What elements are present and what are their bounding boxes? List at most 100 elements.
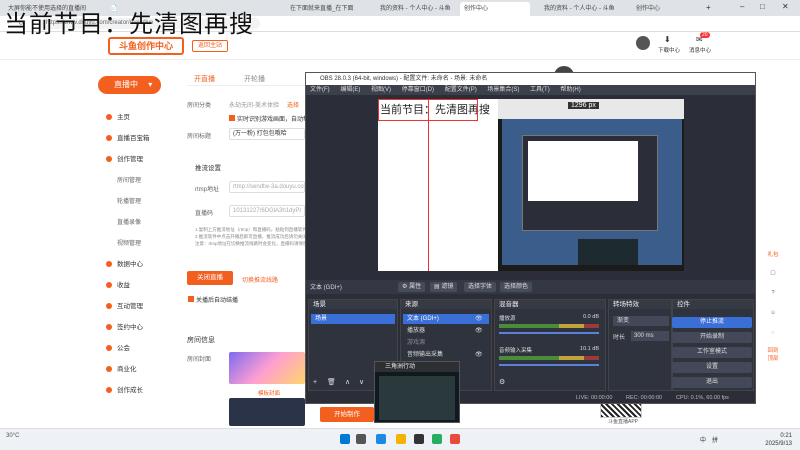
stop-stream-button[interactable]: 停止推流 bbox=[672, 317, 752, 328]
eye-icon[interactable]: 👁 bbox=[475, 315, 483, 322]
remove-scene-icon[interactable]: 🗑 bbox=[327, 378, 336, 386]
download-icon[interactable]: ⬇ bbox=[664, 35, 671, 44]
start-icon[interactable] bbox=[340, 434, 350, 444]
mixer-settings-icon[interactable]: ⚙ bbox=[499, 378, 505, 386]
sidebar-item-growth[interactable]: 创作成长 bbox=[106, 386, 143, 396]
browser-tab[interactable]: 我的资料 - 个人中心 - 斗鱼 bbox=[540, 2, 626, 16]
rtmp-input[interactable]: rtmp://sendtw-3a.douyu.com/live bbox=[229, 181, 305, 193]
duration-input[interactable]: 300 ms bbox=[631, 331, 669, 341]
download-center-label[interactable]: 下载中心 bbox=[658, 46, 680, 54]
add-scene-icon[interactable]: + bbox=[313, 379, 317, 386]
help-icon[interactable]: ? bbox=[765, 290, 781, 296]
sidebar-item-home[interactable]: 主页 bbox=[106, 113, 130, 123]
filters-button[interactable]: ▤ 滤镜 bbox=[430, 282, 458, 292]
return-home-button[interactable]: 返回主站 bbox=[192, 40, 229, 52]
switch-line-link[interactable]: 切换推流线路 bbox=[242, 275, 278, 284]
settings-button[interactable]: 设置 bbox=[672, 362, 752, 373]
ime-mode[interactable]: 拼 bbox=[712, 435, 718, 444]
system-clock[interactable]: 0:21 2025/9/13 bbox=[765, 432, 792, 448]
template-cover-image[interactable] bbox=[229, 398, 305, 426]
stream-code-input[interactable]: 10131227/6DGlA3h1dyPI bbox=[229, 205, 305, 217]
back-to-top-button[interactable]: 回到顶部 bbox=[765, 346, 781, 362]
close-icon[interactable]: ✕ bbox=[782, 2, 789, 11]
room-cover-image[interactable] bbox=[229, 352, 305, 384]
avatar[interactable] bbox=[636, 36, 650, 50]
properties-button[interactable]: ⚙ 属性 bbox=[398, 282, 426, 292]
menu-view[interactable]: 视图(V) bbox=[371, 87, 391, 93]
menu-help[interactable]: 帮助(H) bbox=[560, 87, 580, 93]
minimize-icon[interactable]: – bbox=[740, 2, 744, 11]
chat-icon[interactable]: ◌ bbox=[765, 330, 781, 336]
sources-dock-title: 来源 bbox=[401, 300, 491, 309]
studio-mode-button[interactable]: 工作室模式 bbox=[672, 347, 752, 358]
scene-item[interactable]: 场景 bbox=[311, 314, 395, 324]
sidebar-item-income[interactable]: 收益 bbox=[106, 281, 130, 291]
eye-icon[interactable]: 👁 bbox=[475, 351, 483, 358]
new-tab-icon[interactable]: + bbox=[706, 3, 711, 12]
transition-type-select[interactable]: 渐变 bbox=[613, 316, 669, 326]
tab-carousel[interactable]: 开轮播 bbox=[244, 74, 265, 84]
live-tool-icon[interactable]: ▢ bbox=[765, 270, 781, 276]
move-down-icon[interactable]: ∨ bbox=[359, 378, 364, 386]
browser-tab[interactable]: 我的资料 - 个人中心 - 斗鱼 bbox=[376, 2, 452, 16]
menu-scene-collection[interactable]: 场景集合(S) bbox=[487, 87, 519, 93]
source-item-game[interactable]: 游戏源 bbox=[407, 339, 425, 348]
menu-tools[interactable]: 工具(T) bbox=[530, 87, 550, 93]
eye-icon[interactable]: 👁 bbox=[475, 327, 483, 334]
guild-icon bbox=[106, 345, 112, 351]
file-explorer-icon[interactable] bbox=[396, 434, 406, 444]
start-recording-button[interactable]: 开始录制 bbox=[672, 332, 752, 343]
select-category-link[interactable]: 选择 bbox=[287, 100, 299, 109]
tab-start-live[interactable]: 开直播 bbox=[194, 74, 215, 84]
sidebar-item-guild[interactable]: 公会 bbox=[106, 344, 130, 354]
room-title-input[interactable]: (万一粉) 打包包哦哈 bbox=[229, 128, 305, 140]
browser-tab-active[interactable]: 创作中心 bbox=[460, 2, 530, 16]
menu-edit[interactable]: 编辑(E) bbox=[340, 87, 360, 93]
menu-profile[interactable]: 配置文件(P) bbox=[445, 87, 477, 93]
sidebar-item-contract[interactable]: 签约中心 bbox=[106, 323, 143, 333]
room-info-title: 房间信息 bbox=[187, 337, 215, 344]
menu-file[interactable]: 文件(F) bbox=[310, 87, 330, 93]
live-status-button[interactable]: 直播中 ▾ bbox=[98, 76, 161, 94]
obs-icon[interactable] bbox=[414, 434, 424, 444]
browser-tab[interactable]: 在下面就来直播_在下面 bbox=[286, 2, 368, 16]
exit-button[interactable]: 退出 bbox=[672, 377, 752, 388]
move-up-icon[interactable]: ∧ bbox=[345, 378, 350, 386]
weather-widget[interactable]: 30°C bbox=[6, 433, 19, 439]
source-item-text[interactable]: 文本 (GDI+) bbox=[407, 315, 439, 324]
search-icon[interactable] bbox=[356, 434, 366, 444]
sidebar-item-creation[interactable]: 创作管理 bbox=[106, 155, 143, 165]
sidebar-item-commerce[interactable]: 商业化 bbox=[106, 365, 137, 375]
sidebar-sub-recording[interactable]: 直播录像 bbox=[117, 218, 141, 228]
start-create-button[interactable]: 开始制作 bbox=[320, 407, 374, 422]
message-center-label[interactable]: 消息中心 bbox=[689, 46, 711, 54]
mixer-channel1-slider[interactable] bbox=[499, 332, 599, 334]
mixer-channel2-slider[interactable] bbox=[499, 364, 599, 366]
taskbar-thumbnail-preview[interactable]: 三角洲行动 bbox=[374, 361, 460, 423]
gift-tool[interactable]: 礼包 bbox=[765, 250, 781, 258]
source-item-player[interactable]: 播放器 bbox=[407, 327, 425, 336]
sidebar-sub-room[interactable]: 房间管理 bbox=[117, 176, 141, 186]
edge-icon[interactable] bbox=[376, 434, 386, 444]
sidebar-item-toolbox[interactable]: 直播百宝箱 bbox=[106, 134, 150, 144]
service-icon[interactable]: ☺ bbox=[765, 310, 781, 316]
wechat-icon[interactable] bbox=[432, 434, 442, 444]
ime-indicator[interactable]: 中 bbox=[700, 435, 706, 444]
auto-close-checkbox[interactable]: 关播后自动结播 bbox=[188, 295, 238, 304]
template-cover-label[interactable]: 模板封面 bbox=[258, 389, 280, 397]
mixer-dock-title: 混音器 bbox=[495, 300, 605, 309]
app-icon[interactable] bbox=[450, 434, 460, 444]
maximize-icon[interactable]: □ bbox=[760, 2, 765, 11]
select-font-button[interactable]: 选择字体 bbox=[464, 282, 497, 292]
source-item-audio[interactable]: 音频输出采集 bbox=[407, 351, 443, 360]
sidebar-item-interaction[interactable]: 互动管理 bbox=[106, 302, 143, 312]
select-color-button[interactable]: 选择颜色 bbox=[500, 282, 533, 292]
sidebar-sub-video[interactable]: 视频管理 bbox=[117, 239, 141, 249]
sidebar-item-data[interactable]: 数据中心 bbox=[106, 260, 143, 270]
sidebar-sub-carousel[interactable]: 轮播管理 bbox=[117, 197, 141, 207]
browser-tab[interactable]: 创作中心 bbox=[632, 2, 698, 16]
close-live-button[interactable]: 关闭直播 bbox=[187, 271, 233, 285]
obs-preview[interactable]: 当前节目：先清图再搜 1296 px bbox=[378, 99, 684, 271]
site-logo[interactable]: 斗鱼创作中心 bbox=[108, 37, 184, 55]
menu-docks[interactable]: 停靠窗口(D) bbox=[402, 87, 434, 93]
